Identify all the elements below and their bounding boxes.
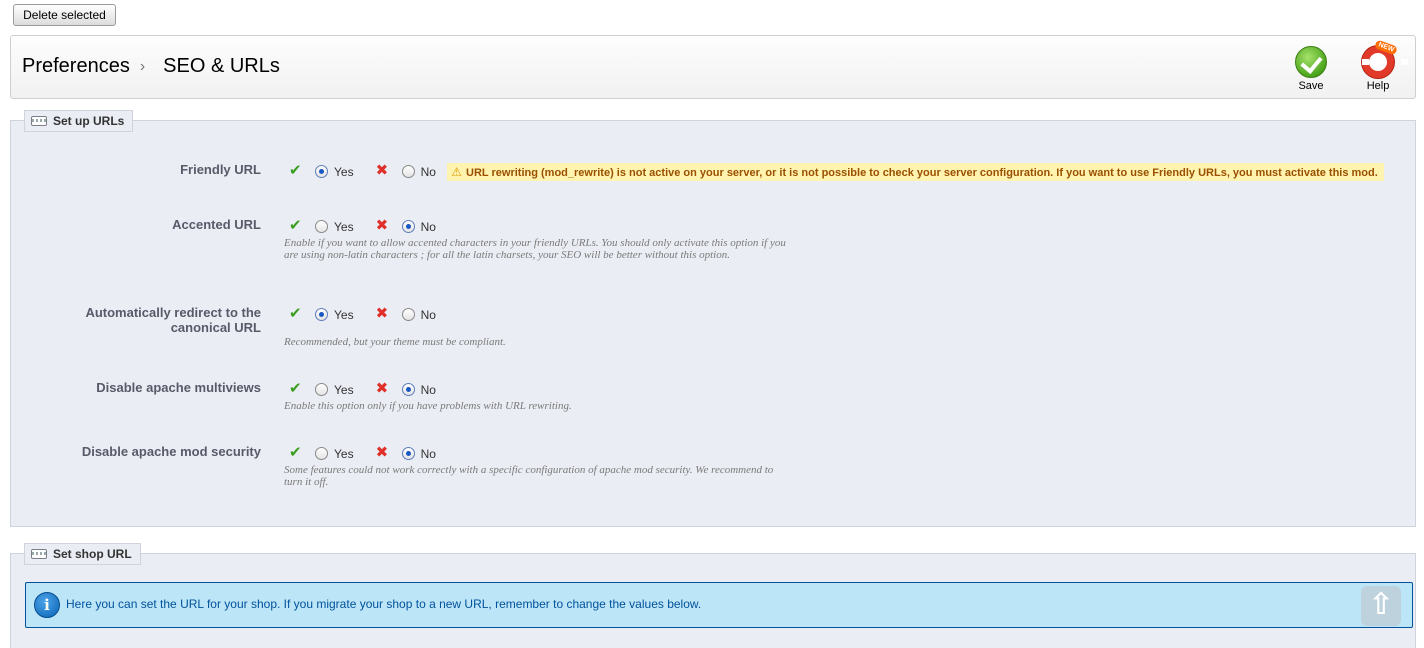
- page-title: SEO & URLs: [163, 55, 280, 77]
- shop-url-info-box: i Here you can set the URL for your shop…: [25, 582, 1413, 628]
- no-label: No: [420, 446, 436, 461]
- cross-icon: ✖: [375, 217, 389, 234]
- shop-url-title: Set shop URL: [53, 547, 132, 561]
- mod-security-no-radio[interactable]: [401, 447, 415, 461]
- yes-label: Yes: [334, 307, 354, 322]
- save-check-icon: [1295, 46, 1327, 78]
- shop-url-legend: Set shop URL: [24, 543, 141, 565]
- shop-url-info-text: Here you can set the URL for your shop. …: [66, 597, 702, 611]
- breadcrumb-parent[interactable]: Preferences: [22, 55, 130, 77]
- multiviews-label: Disable apache multiviews: [96, 380, 261, 395]
- multiviews-yes-radio[interactable]: [315, 383, 328, 397]
- no-label: No: [420, 307, 436, 322]
- save-button[interactable]: Save: [1286, 46, 1336, 92]
- canonical-redirect-yes-radio[interactable]: [315, 308, 328, 322]
- scroll-to-top-button[interactable]: ⇧: [1361, 586, 1401, 626]
- keyboard-icon: [31, 549, 47, 559]
- mod-security-label: Disable apache mod security: [81, 444, 261, 459]
- keyboard-icon: [31, 116, 47, 126]
- canonical-redirect-label: Automatically redirect to the canonical …: [85, 305, 261, 335]
- no-label: No: [420, 382, 436, 397]
- info-icon: i: [34, 592, 60, 618]
- lifebuoy-icon: NEW: [1362, 39, 1408, 78]
- cross-icon: ✖: [375, 380, 389, 397]
- cross-icon: ✖: [375, 444, 389, 461]
- no-label: No: [420, 219, 436, 234]
- help-label: Help: [1366, 80, 1390, 92]
- check-icon: ✔: [289, 305, 302, 322]
- cross-icon: ✖: [375, 305, 389, 322]
- mod-security-yes-radio[interactable]: [315, 447, 328, 461]
- yes-label: Yes: [334, 446, 354, 461]
- multiviews-no-radio[interactable]: [401, 383, 415, 397]
- mod-security-hint: Some features could not work correctly w…: [284, 464, 774, 488]
- multiviews-hint: Enable this option only if you have prob…: [284, 400, 572, 412]
- friendly-url-yes-radio[interactable]: [315, 165, 328, 179]
- setup-urls-panel: Set up URLs Friendly URL ✔ Yes ✖ No ⚠ URL re…: [10, 110, 1416, 527]
- shop-url-panel: Set shop URL i Here you can set the URL …: [10, 543, 1416, 648]
- save-label: Save: [1298, 80, 1324, 92]
- help-button[interactable]: NEW Help: [1353, 39, 1408, 92]
- new-badge: NEW: [1373, 39, 1398, 56]
- cross-icon: ✖: [375, 162, 389, 179]
- setup-urls-legend: Set up URLs: [24, 110, 134, 132]
- friendly-url-no-radio[interactable]: [401, 165, 415, 179]
- accented-url-no-radio[interactable]: [401, 220, 415, 234]
- warning-text: URL rewriting (mod_rewrite) is not activ…: [466, 166, 1378, 179]
- mod-rewrite-warning: ⚠ URL rewriting (mod_rewrite) is not acti…: [447, 162, 1384, 181]
- canonical-redirect-hint: Recommended, but your theme must be comp…: [284, 336, 506, 348]
- check-icon: ✔: [289, 217, 302, 234]
- warning-icon: ⚠: [451, 164, 463, 179]
- accented-url-label: Accented URL: [172, 217, 261, 232]
- delete-selected-button[interactable]: Delete selected: [13, 4, 116, 26]
- breadcrumb-separator-icon: ›: [139, 58, 146, 75]
- page-toolbar: Preferences › SEO & URLs Save NEW Help: [10, 35, 1416, 99]
- check-icon: ✔: [289, 380, 302, 397]
- yes-label: Yes: [334, 382, 354, 397]
- arrow-up-icon: ⇧: [1368, 588, 1394, 621]
- accented-url-hint: Enable if you want to allow accented cha…: [284, 237, 786, 261]
- yes-label: Yes: [334, 164, 354, 179]
- check-icon: ✔: [289, 444, 302, 461]
- yes-label: Yes: [334, 219, 354, 234]
- breadcrumb: Preferences › SEO & URLs: [22, 55, 280, 78]
- check-icon: ✔: [289, 162, 302, 179]
- friendly-url-label: Friendly URL: [180, 162, 261, 177]
- accented-url-yes-radio[interactable]: [315, 220, 328, 234]
- setup-urls-title: Set up URLs: [53, 114, 125, 128]
- canonical-redirect-no-radio[interactable]: [401, 308, 415, 322]
- no-label: No: [420, 164, 436, 179]
